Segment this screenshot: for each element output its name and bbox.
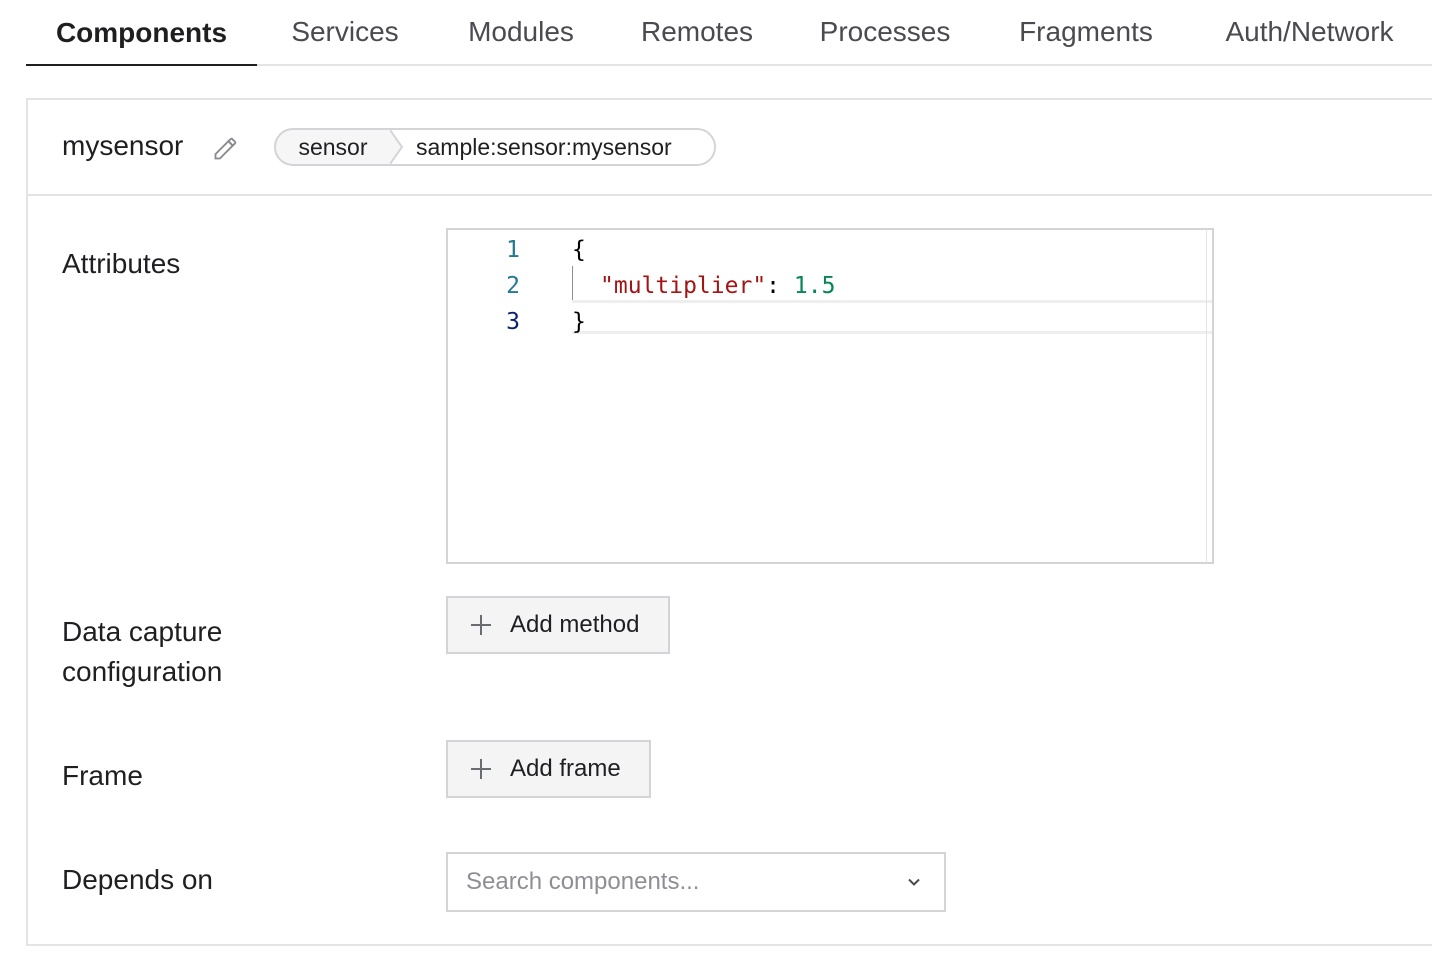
component-type-badge: sensor: [298, 133, 368, 160]
json-key: "multiplier": [600, 273, 767, 299]
code-line: 2 "multiplier": 1.5: [448, 268, 1208, 304]
plus-icon: [470, 614, 492, 636]
breadcrumb-separator: [390, 130, 404, 164]
chevron-down-icon[interactable]: [904, 872, 924, 892]
tab-fragments[interactable]: Fragments: [985, 0, 1187, 64]
code-text: }: [572, 309, 586, 335]
code-line: 3 }: [448, 304, 1208, 340]
data-capture-label-line1: Data capture: [62, 616, 223, 647]
tab-bar: Components Services Modules Remotes Proc…: [26, 0, 1432, 66]
add-frame-label: Add frame: [510, 755, 621, 782]
data-capture-label-line2: configuration: [62, 656, 223, 687]
attributes-label: Attributes: [62, 248, 181, 279]
frame-label: Frame: [62, 760, 143, 791]
line-number: 2: [506, 273, 520, 299]
search-components-input[interactable]: [464, 853, 904, 911]
component-card: mysensor sensor sample:sensor:mysensor A…: [26, 98, 1432, 946]
depends-on-select[interactable]: [446, 852, 946, 912]
code-text: "multiplier": 1.5: [600, 268, 835, 304]
editor-scrollbar[interactable]: [1206, 230, 1212, 562]
data-capture-label: Data capture configuration: [62, 612, 222, 692]
code-line: 1 {: [448, 232, 1208, 268]
tab-remotes[interactable]: Remotes: [609, 0, 785, 64]
code-text: {: [572, 237, 586, 263]
depends-on-label: Depends on: [62, 864, 214, 895]
line-number: 1: [506, 237, 520, 263]
component-header: mysensor sensor sample:sensor:mysensor: [28, 100, 1432, 196]
component-model-breadcrumb: sensor sample:sensor:mysensor: [274, 128, 716, 166]
tab-components[interactable]: Components: [26, 2, 257, 66]
add-method-label: Add method: [510, 611, 640, 638]
component-model-label: sample:sensor:mysensor: [404, 130, 714, 164]
json-colon: :: [766, 273, 794, 299]
plus-icon: [470, 758, 492, 780]
tab-modules[interactable]: Modules: [433, 0, 609, 64]
add-frame-button[interactable]: Add frame: [446, 740, 651, 798]
line-number: 3: [506, 309, 520, 335]
pencil-icon[interactable]: [212, 134, 240, 162]
add-method-button[interactable]: Add method: [446, 596, 670, 654]
json-value: 1.5: [793, 273, 836, 299]
component-name: mysensor: [62, 130, 184, 161]
tab-processes[interactable]: Processes: [785, 0, 985, 64]
tab-auth-network[interactable]: Auth/Network: [1187, 0, 1432, 64]
attributes-json-editor[interactable]: 1 { 2 "multiplier": 1.5 3 }: [446, 228, 1214, 564]
tab-services[interactable]: Services: [257, 0, 433, 64]
